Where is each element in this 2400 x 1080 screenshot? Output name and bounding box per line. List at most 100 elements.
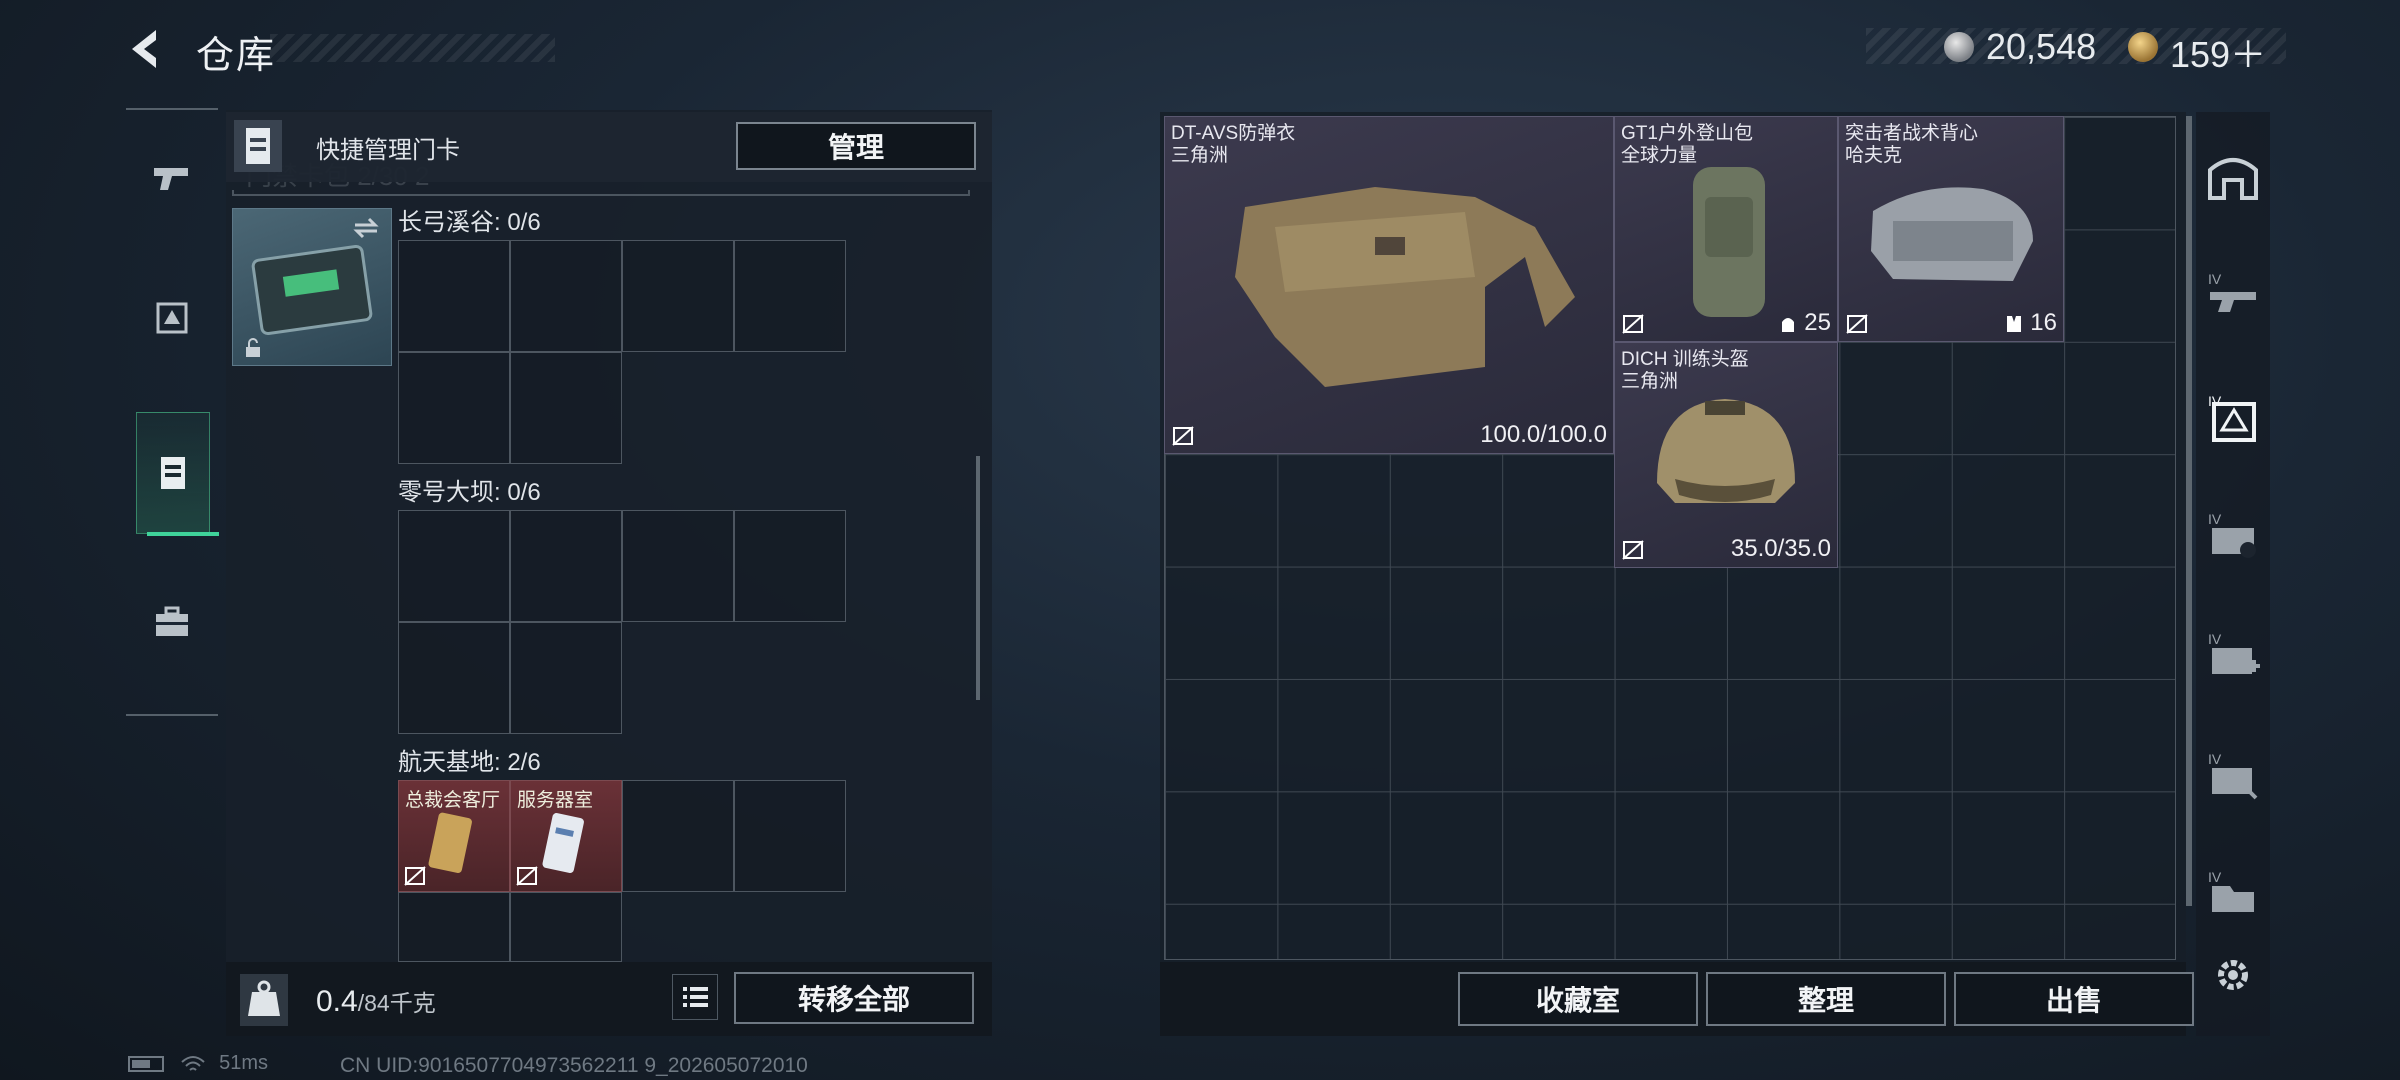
no-insure-icon: [404, 866, 426, 886]
no-insure-icon: [1622, 314, 1644, 334]
keycard-slot[interactable]: [398, 892, 510, 962]
keycard-item-name: 服务器室: [517, 790, 594, 811]
weight-value: 0.4: [316, 985, 358, 1018]
keycard-slot[interactable]: [510, 240, 622, 352]
no-insure-icon: [1622, 540, 1644, 560]
keycard-slot[interactable]: [734, 510, 846, 622]
left-scrollbar[interactable]: [976, 456, 980, 700]
item-name: DT-AVS防弹衣 三角洲: [1171, 123, 1296, 166]
durability: 100.0/100.0: [1480, 421, 1607, 448]
equipment-item-chest-rig[interactable]: 突击者战术背心 哈夫克 16: [1838, 116, 2064, 342]
section-label-changgong: 长弓溪谷: 0/6: [398, 209, 541, 236]
silver-coin-icon: [1944, 32, 1974, 62]
no-insure-icon: [1846, 314, 1868, 334]
panel-divider: [232, 190, 970, 196]
keycard-holder-icon: [234, 120, 282, 172]
transfer-all-button[interactable]: 转移全部: [734, 972, 974, 1024]
capacity: 16: [2004, 309, 2057, 337]
sell-button[interactable]: 出售: [1954, 972, 2194, 1026]
section-label-hangtian: 航天基地: 2/6: [398, 749, 541, 776]
equipment-item-helmet[interactable]: DICH 训练头盔 三角洲 35.0/35.0: [1614, 342, 1838, 568]
keycard-image: [542, 813, 584, 873]
page-title: 仓库: [196, 35, 277, 77]
backpack-capacity-icon: [1781, 317, 1794, 332]
backpack-image: [1693, 167, 1765, 317]
list-view-button[interactable]: [672, 974, 718, 1020]
gold-coin-icon: [2128, 32, 2158, 62]
weight-capacity: /84千克: [357, 990, 436, 1016]
equipment-item-backpack[interactable]: GT1户外登山包 全球力量 25: [1614, 116, 1838, 342]
svg-text:IV: IV: [2208, 511, 2222, 527]
medical-storage-icon: IV: [2208, 631, 2260, 674]
keycard-slot[interactable]: [622, 510, 734, 622]
stash-tab-equipment-active[interactable]: IV: [2204, 388, 2262, 446]
vest-capacity-icon: [2006, 315, 2021, 332]
manage-button[interactable]: 管理: [736, 122, 976, 170]
armor-icon: [156, 302, 188, 334]
back-arrow-icon: [132, 30, 156, 68]
stash-tab-weapons[interactable]: IV: [2204, 266, 2262, 324]
back-button[interactable]: [122, 24, 172, 74]
svg-text:IV: IV: [2208, 751, 2222, 767]
keycard-slot[interactable]: [398, 510, 510, 622]
network-status: 51ms: [128, 1052, 268, 1075]
keycard-slot[interactable]: [398, 240, 510, 352]
durability: 35.0/35.0: [1730, 535, 1831, 562]
equipment-item-body-armor[interactable]: DT-AVS防弹衣 三角洲 100.0/100.0: [1164, 116, 1614, 454]
quick-manage-label: 快捷管理门卡: [316, 137, 460, 164]
title-decoration: [270, 34, 555, 62]
stash-tab-tools[interactable]: IV: [2204, 746, 2262, 804]
keycard-bag-item[interactable]: [232, 208, 392, 366]
section-label-linghao: 零号大坝: 0/6: [398, 479, 541, 506]
equipment-storage-icon: IV: [2208, 393, 2256, 442]
item-name: 突击者战术背心 哈夫克: [1845, 123, 1979, 166]
toolbox-icon: [156, 606, 188, 636]
tab-toolbox[interactable]: [136, 562, 208, 682]
tab-weapons[interactable]: [136, 118, 208, 238]
tool-storage-icon: IV: [2208, 751, 2258, 800]
tab-keycards[interactable]: [136, 412, 219, 536]
pistol-icon: [154, 168, 188, 190]
silver-currency-amount: 20,548: [1986, 26, 2097, 67]
swap-icon[interactable]: [351, 215, 381, 241]
keycard-slot[interactable]: [734, 240, 846, 352]
svg-text:IV: IV: [2208, 869, 2222, 885]
keycard-slot[interactable]: [510, 510, 622, 622]
keycard-slot[interactable]: [622, 780, 734, 892]
lock-icon: [246, 338, 260, 357]
keycard-item-server-room[interactable]: 服务器室: [510, 780, 622, 892]
gold-currency-amount[interactable]: 159＋: [2170, 26, 2266, 78]
stash-scrollbar[interactable]: [2186, 116, 2192, 906]
stash-tab-all[interactable]: [2204, 148, 2262, 206]
keycard-slot[interactable]: [622, 240, 734, 352]
keycard-slot[interactable]: [510, 622, 622, 734]
keycard-icon: [161, 457, 185, 489]
keycard-slot[interactable]: [510, 892, 622, 962]
keycard-slot[interactable]: [734, 780, 846, 892]
warehouse-icon: [2208, 158, 2258, 200]
active-tab-indicator: [147, 532, 219, 536]
stash-tab-misc[interactable]: IV: [2204, 864, 2262, 922]
wifi-icon: [180, 1055, 205, 1071]
organize-button[interactable]: 整理: [1706, 972, 1946, 1026]
stash-tab-ammo[interactable]: IV: [2204, 506, 2262, 564]
ammo-storage-icon: IV: [2208, 511, 2256, 558]
weight-icon: [240, 974, 288, 1026]
capacity: 25: [1778, 309, 1831, 337]
ping-text: 51ms: [219, 1052, 269, 1074]
keycard-slot[interactable]: [510, 352, 622, 464]
settings-button[interactable]: [2210, 952, 2256, 998]
stash-tab-medical[interactable]: IV: [2204, 626, 2262, 684]
collection-room-button[interactable]: 收藏室: [1458, 972, 1698, 1026]
list-icon: [683, 987, 708, 1007]
keycard-item-ceo-lounge[interactable]: 总裁会客厅: [398, 780, 510, 892]
keycard-slot[interactable]: [398, 352, 510, 464]
weapon-storage-icon: IV: [2208, 271, 2256, 312]
keycard-slot[interactable]: [398, 622, 510, 734]
uid-text: CN UID:9016507704973562211 9_20260507201…: [340, 1054, 808, 1077]
gear-icon: [2218, 960, 2248, 990]
no-insure-icon: [516, 866, 538, 886]
tab-equipment[interactable]: [136, 258, 208, 378]
carry-weight: 0.4/84千克: [316, 984, 436, 1019]
category-tabs: [126, 108, 219, 716]
